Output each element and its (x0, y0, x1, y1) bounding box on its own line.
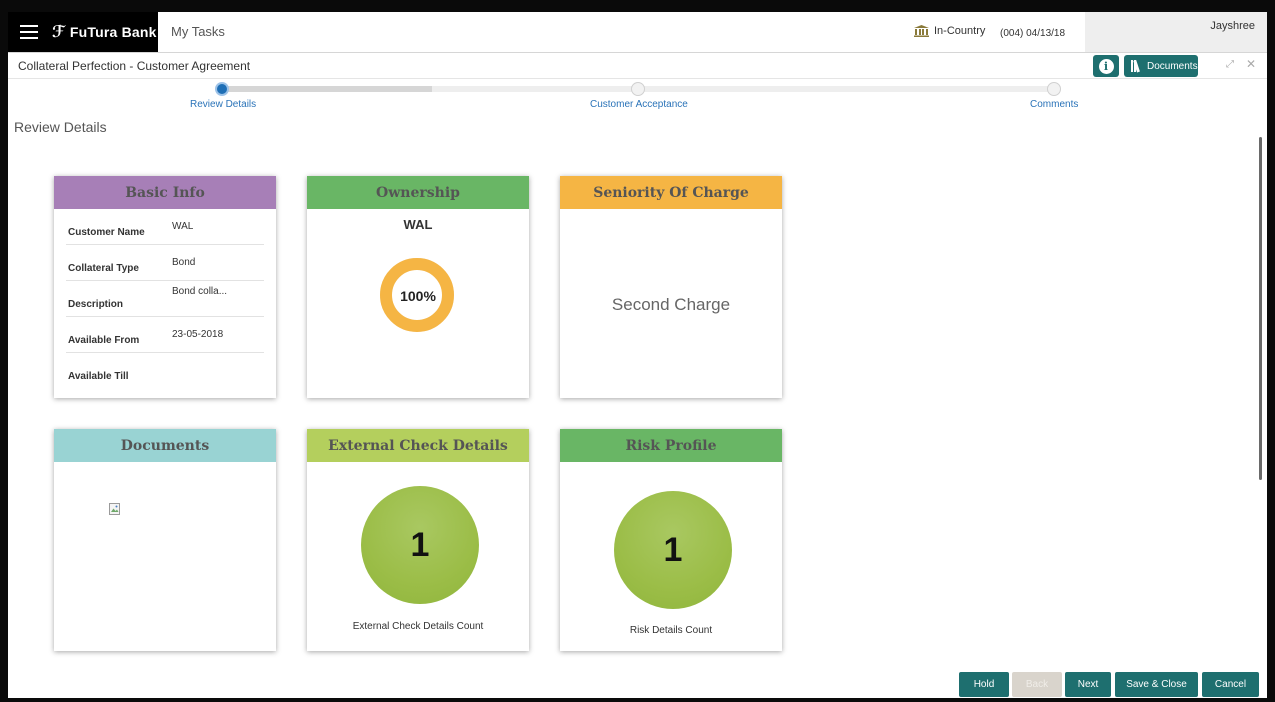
back-button[interactable]: Back (1012, 672, 1062, 697)
hamburger-menu-icon[interactable] (20, 25, 38, 39)
basic-info-card-title: Basic Info (54, 176, 276, 209)
broken-image-icon (109, 503, 120, 515)
info-row-available-from: Available From 23-05-2018 (66, 317, 264, 353)
external-check-card-title: External Check Details (307, 429, 529, 462)
user-menu[interactable]: Jayshree (1085, 12, 1267, 52)
seniority-card-body: Second Charge (560, 209, 782, 398)
seniority-card-title: Seniority Of Charge (560, 176, 782, 209)
basic-info-card-body: Customer Name WAL Collateral Type Bond D… (54, 209, 276, 398)
documents-card[interactable]: Documents (54, 429, 276, 651)
documents-card-title: Documents (54, 429, 276, 462)
vertical-scrollbar[interactable] (1259, 137, 1262, 480)
external-check-card[interactable]: External Check Details 1 External Check … (307, 429, 529, 651)
next-button[interactable]: Next (1065, 672, 1111, 697)
ownership-card-title: Ownership (307, 176, 529, 209)
progress-stepper: Review Details Customer Acceptance Comme… (8, 80, 1267, 120)
info-row-description: Description Bond colla... (66, 281, 264, 317)
info-row-customer-name: Customer Name WAL (66, 209, 264, 245)
info-row-available-till: Available Till (66, 353, 264, 389)
documents-card-body (54, 462, 276, 651)
info-button[interactable]: i (1093, 55, 1119, 77)
info-row-collateral-type: Collateral Type Bond (66, 245, 264, 281)
expand-icon[interactable]: ⤢ (1226, 59, 1234, 70)
branch-date: (004) 04/13/18 (1000, 28, 1066, 39)
stepper-progress-fill (222, 86, 432, 92)
seniority-value: Second Charge (611, 295, 731, 314)
futura-logo-icon: ℱ (52, 24, 65, 41)
risk-details-count: 1 (614, 491, 732, 609)
top-bar: ℱ FuTura Bank My Tasks In-Country (004) … (8, 12, 1267, 52)
seniority-card[interactable]: Seniority Of Charge Second Charge (560, 176, 782, 398)
external-check-count-label: External Check Details Count (352, 621, 484, 632)
save-close-button[interactable]: Save & Close (1115, 672, 1198, 697)
step-dot-review-details[interactable] (215, 82, 229, 96)
hold-button[interactable]: Hold (959, 672, 1009, 697)
ownership-percent: 100% (400, 288, 436, 304)
info-label: Available Till (68, 371, 129, 382)
country-label: In-Country (934, 25, 986, 37)
title-bar: Collateral Perfection - Customer Agreeme… (8, 52, 1267, 79)
info-value: Bond (172, 257, 196, 268)
documents-button[interactable]: Documents (1124, 55, 1198, 77)
country-selector[interactable]: In-Country (914, 25, 985, 37)
app-window: ℱ FuTura Bank My Tasks In-Country (004) … (8, 12, 1267, 698)
risk-profile-card-title: Risk Profile (560, 429, 782, 462)
page-title: Collateral Perfection - Customer Agreeme… (18, 59, 251, 73)
step-dot-customer-acceptance[interactable] (631, 82, 645, 96)
info-label: Description (68, 299, 124, 310)
bank-icon (914, 25, 929, 37)
step-label-customer-acceptance[interactable]: Customer Acceptance (590, 99, 688, 110)
cancel-button[interactable]: Cancel (1202, 672, 1259, 697)
basic-info-card[interactable]: Basic Info Customer Name WAL Collateral … (54, 176, 276, 398)
user-name: Jayshree (1210, 20, 1255, 32)
info-value: Bond colla... (172, 286, 228, 297)
info-icon: i (1098, 58, 1114, 74)
step-dot-comments[interactable] (1047, 82, 1061, 96)
info-label: Collateral Type (68, 263, 139, 274)
ownership-card[interactable]: Ownership WAL 100% (307, 176, 529, 398)
info-label: Available From (68, 335, 140, 346)
section-title: Review Details (14, 119, 107, 135)
info-value: WAL (172, 221, 194, 232)
screen-frame: ℱ FuTura Bank My Tasks In-Country (004) … (0, 0, 1275, 702)
info-label: Customer Name (68, 227, 145, 238)
risk-profile-card-body: 1 Risk Details Count (560, 462, 782, 651)
step-label-review-details[interactable]: Review Details (190, 99, 256, 110)
info-value: 23-05-2018 (172, 329, 224, 340)
brand-bar: ℱ FuTura Bank (8, 12, 158, 52)
ownership-card-body: WAL 100% (307, 209, 529, 398)
owner-name: WAL (403, 217, 433, 232)
documents-button-label: Documents (1147, 60, 1198, 72)
risk-details-count-label: Risk Details Count (629, 625, 713, 636)
risk-profile-card[interactable]: Risk Profile 1 Risk Details Count (560, 429, 782, 651)
external-check-count: 1 (361, 486, 479, 604)
library-icon (1131, 60, 1141, 73)
external-check-card-body: 1 External Check Details Count (307, 462, 529, 651)
my-tasks-menu[interactable]: My Tasks (171, 24, 225, 39)
brand-name: FuTura Bank (69, 24, 157, 40)
close-icon[interactable]: ✕ (1246, 57, 1256, 71)
step-label-comments[interactable]: Comments (1030, 99, 1078, 110)
